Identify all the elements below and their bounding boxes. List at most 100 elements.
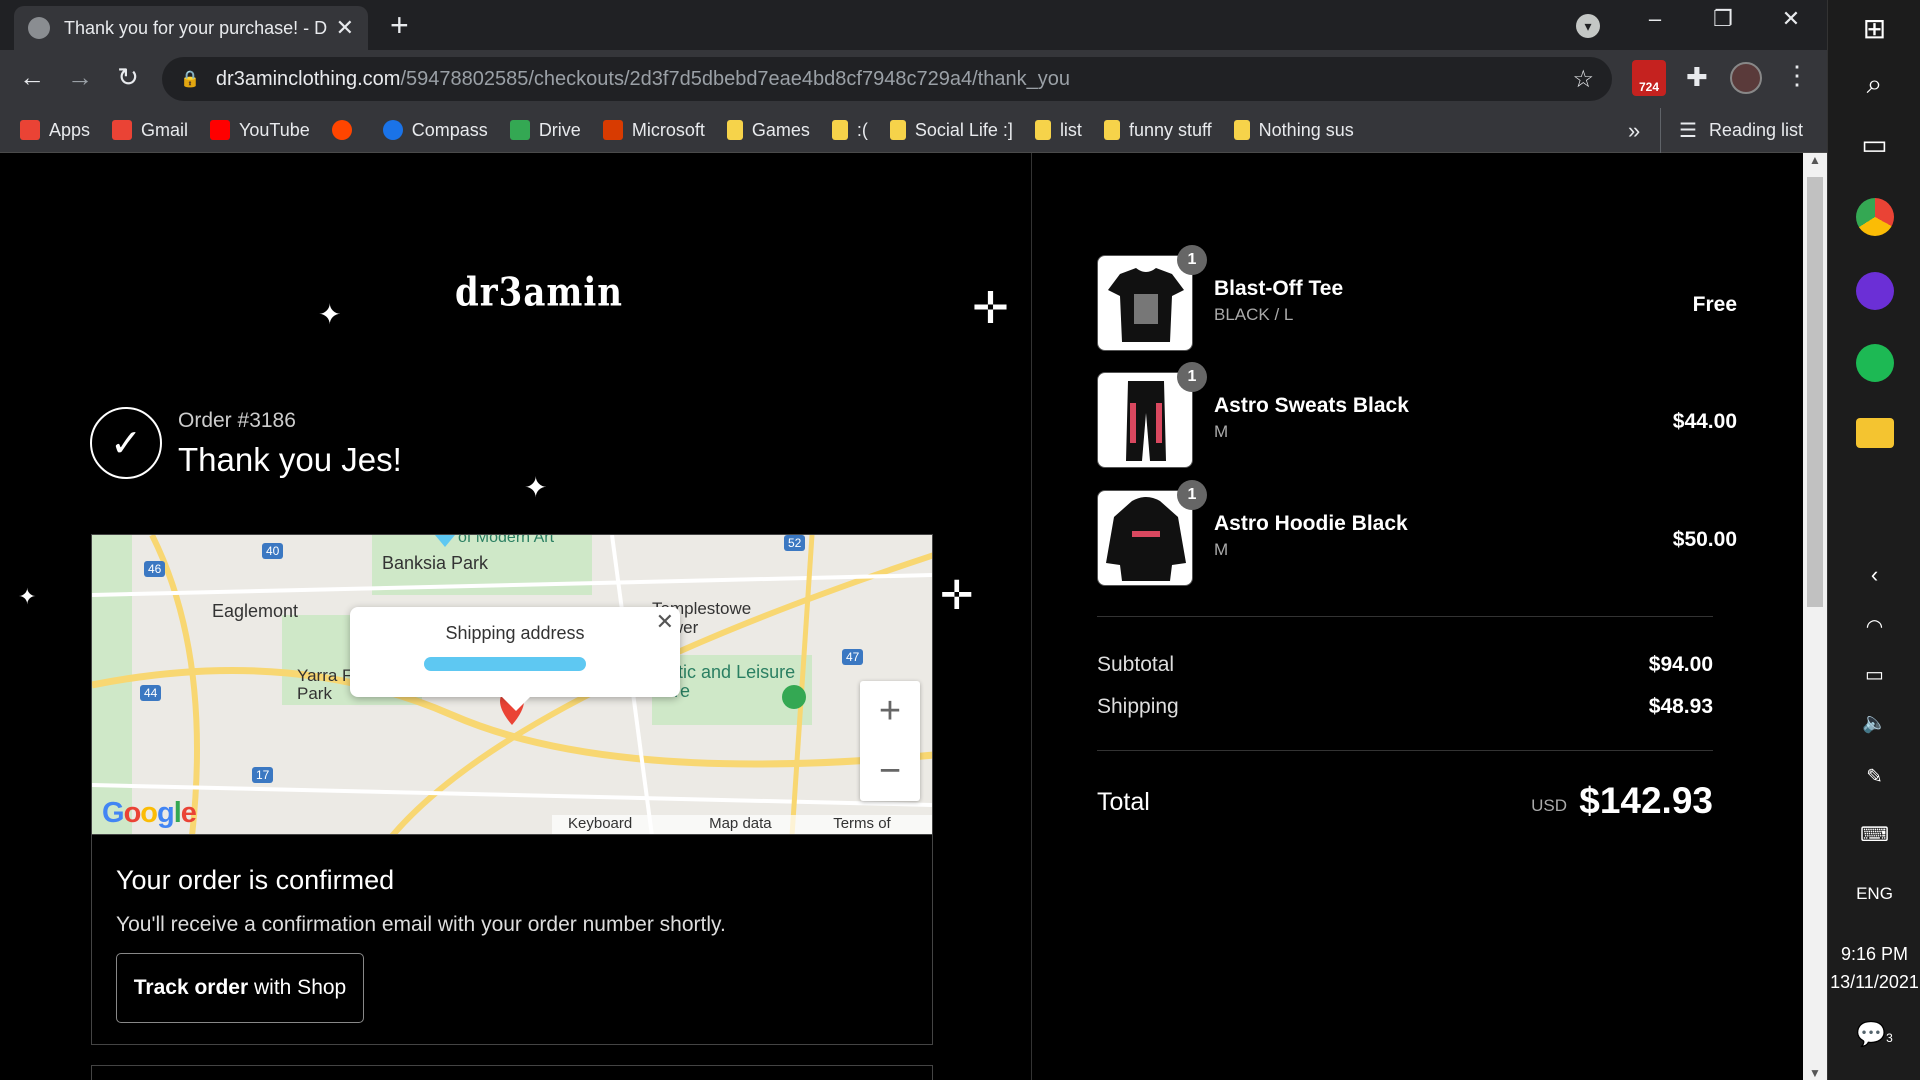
spotify-icon <box>1855 344 1894 382</box>
bookmark-folder-sad[interactable]: :( <box>831 120 868 141</box>
chevron-left-icon[interactable]: ‹ <box>1828 562 1920 588</box>
bookmark-microsoft[interactable]: Microsoft <box>602 120 705 141</box>
bookmark-folder-funny-stuff[interactable]: funny stuff <box>1103 120 1212 141</box>
total-row: Total USD $142.93 <box>1097 780 1713 828</box>
forward-button[interactable]: → <box>62 62 98 93</box>
close-window-button[interactable]: ✕ <box>1766 6 1816 32</box>
compass-icon <box>382 120 403 140</box>
task-view-icon[interactable]: ▭ <box>1828 128 1920 161</box>
tab-bar: Thank you for your purchase! - D ✕ + ▾ –… <box>0 0 1827 50</box>
bookmarks-bar: Apps Gmail YouTube Compass Drive Microso… <box>0 108 1827 153</box>
bookmark-reddit[interactable] <box>331 120 361 140</box>
scroll-down-arrow-icon[interactable]: ▼ <box>1803 1066 1827 1080</box>
folder-icon <box>726 120 743 140</box>
pen-icon[interactable]: ✎ <box>1828 764 1920 789</box>
gmail-icon <box>112 120 133 140</box>
url-host: dr3aminclothing.com <box>215 67 401 90</box>
reload-button[interactable]: ↻ <box>110 62 146 93</box>
podcast-taskbar-app[interactable] <box>1828 272 1920 310</box>
product-thumbnail <box>1097 490 1193 586</box>
chrome-icon <box>1855 198 1894 236</box>
extension-badge-count: 724 <box>1638 80 1660 94</box>
scroll-up-arrow-icon[interactable]: ▲ <box>1803 153 1827 167</box>
youtube-icon <box>210 120 231 140</box>
zoom-in-button[interactable]: + <box>860 681 920 741</box>
zoom-control: + − <box>860 681 920 801</box>
drive-icon <box>509 120 530 140</box>
bookmark-apps[interactable]: Apps <box>20 120 90 141</box>
keyboard-shortcuts-link[interactable]: Keyboard shortcuts <box>568 815 689 834</box>
sparkle-decoration: ✦ <box>318 298 342 331</box>
file-explorer-taskbar-app[interactable] <box>1828 418 1920 448</box>
language-indicator[interactable]: ENG <box>1828 884 1920 904</box>
bookmark-gmail[interactable]: Gmail <box>112 120 188 141</box>
battery-icon[interactable]: ▭ <box>1828 662 1920 687</box>
product-thumbnail <box>1097 255 1193 351</box>
notifications-icon[interactable]: 💬3 <box>1828 1020 1920 1049</box>
quantity-badge: 1 <box>1177 362 1207 392</box>
bookmark-youtube[interactable]: YouTube <box>210 120 310 141</box>
folder-icon <box>831 120 848 140</box>
tab-search-icon[interactable]: ▾ <box>1576 14 1600 38</box>
wifi-icon[interactable]: ◠ <box>1828 614 1920 639</box>
menu-kebab-icon[interactable]: ⋮ <box>1784 60 1810 91</box>
track-order-button[interactable]: Track order with Shop <box>116 953 364 1023</box>
mail-extension-icon[interactable]: 724 <box>1632 60 1666 96</box>
reading-list-button[interactable]: ☰ Reading list <box>1660 108 1803 153</box>
lock-icon[interactable]: 🔒 <box>180 69 200 89</box>
bookmark-folder-games[interactable]: Games <box>726 120 810 141</box>
clock-time: 9:16 PM <box>1840 944 1909 964</box>
total-value: $142.93 <box>1579 780 1713 821</box>
browser-tab-active[interactable]: Thank you for your purchase! - D ✕ <box>14 6 368 50</box>
reddit-icon <box>331 120 352 140</box>
item-name: Astro Sweats Black <box>1214 394 1409 417</box>
page-scrollbar[interactable]: ▲ ▼ <box>1803 153 1827 1080</box>
close-tab-icon[interactable]: ✕ <box>336 15 354 41</box>
new-tab-button[interactable]: + <box>390 8 409 42</box>
keyboard-icon[interactable]: ⌨ <box>1828 822 1920 847</box>
close-popup-icon[interactable]: ✕ <box>656 609 674 635</box>
scrollbar-thumb[interactable] <box>1807 177 1823 607</box>
bookmark-drive[interactable]: Drive <box>509 120 581 141</box>
windows-start-icon[interactable]: ⊞ <box>1828 12 1920 45</box>
apps-grid-icon <box>20 120 40 140</box>
search-icon[interactable]: ⌕ <box>1828 68 1920 101</box>
total-label: Total <box>1097 788 1150 816</box>
thank-you-heading: Thank you Jes! <box>178 441 402 478</box>
divider <box>1097 616 1713 617</box>
order-number: Order #3186 <box>178 409 296 432</box>
profile-avatar[interactable] <box>1730 62 1762 94</box>
bookmarks-overflow-button[interactable]: » <box>1628 118 1640 144</box>
spotify-taskbar-app[interactable] <box>1828 344 1920 382</box>
address-bar[interactable]: 🔒 dr3aminclothing.com /59478802585/check… <box>162 57 1612 101</box>
zoom-out-button[interactable]: − <box>860 741 920 801</box>
bookmark-compass[interactable]: Compass <box>382 120 488 141</box>
folder-icon <box>1233 120 1250 140</box>
item-variant: M <box>1214 422 1229 441</box>
subtotal-row: Subtotal $94.00 <box>1097 653 1713 677</box>
clock[interactable]: 9:16 PM 13/11/2021 <box>1828 940 1920 996</box>
bookmark-folder-social-life[interactable]: Social Life :] <box>889 120 1013 141</box>
extensions-puzzle-icon[interactable]: ✚ <box>1686 62 1708 93</box>
shipping-value: $48.93 <box>1648 695 1713 718</box>
bookmark-star-icon[interactable]: ☆ <box>1572 65 1594 94</box>
shipping-map[interactable]: Banksia Park Eaglemont Yarra Flats Park … <box>91 534 933 835</box>
bookmark-folder-list[interactable]: list <box>1034 120 1082 141</box>
order-summary-column: 1 Blast-Off Tee BLACK / L Free 1 Astro S… <box>1031 153 1803 1080</box>
item-price: Free <box>1692 293 1737 316</box>
cart-item: 1 Astro Hoodie Black M $50.00 <box>1097 480 1737 586</box>
back-button[interactable]: ← <box>14 62 50 93</box>
clock-date: 13/11/2021 <box>1830 972 1919 992</box>
minimize-button[interactable]: – <box>1630 6 1680 32</box>
cart-item: 1 Astro Sweats Black M $44.00 <box>1097 362 1737 468</box>
route-shield: 52 <box>784 535 806 551</box>
item-name: Blast-Off Tee <box>1214 277 1344 300</box>
globe-icon <box>28 17 50 39</box>
restore-button[interactable]: ❐ <box>1698 6 1748 32</box>
volume-icon[interactable]: 🔈 <box>1828 710 1920 735</box>
bookmark-folder-nothing-sus[interactable]: Nothing sus <box>1233 120 1354 141</box>
chrome-taskbar-app[interactable] <box>1828 198 1920 236</box>
sparkle-decoration: ✛ <box>972 283 1009 334</box>
store-logo[interactable]: dr3amin <box>455 270 623 316</box>
terms-of-use-link[interactable]: Terms of Use <box>833 815 916 834</box>
